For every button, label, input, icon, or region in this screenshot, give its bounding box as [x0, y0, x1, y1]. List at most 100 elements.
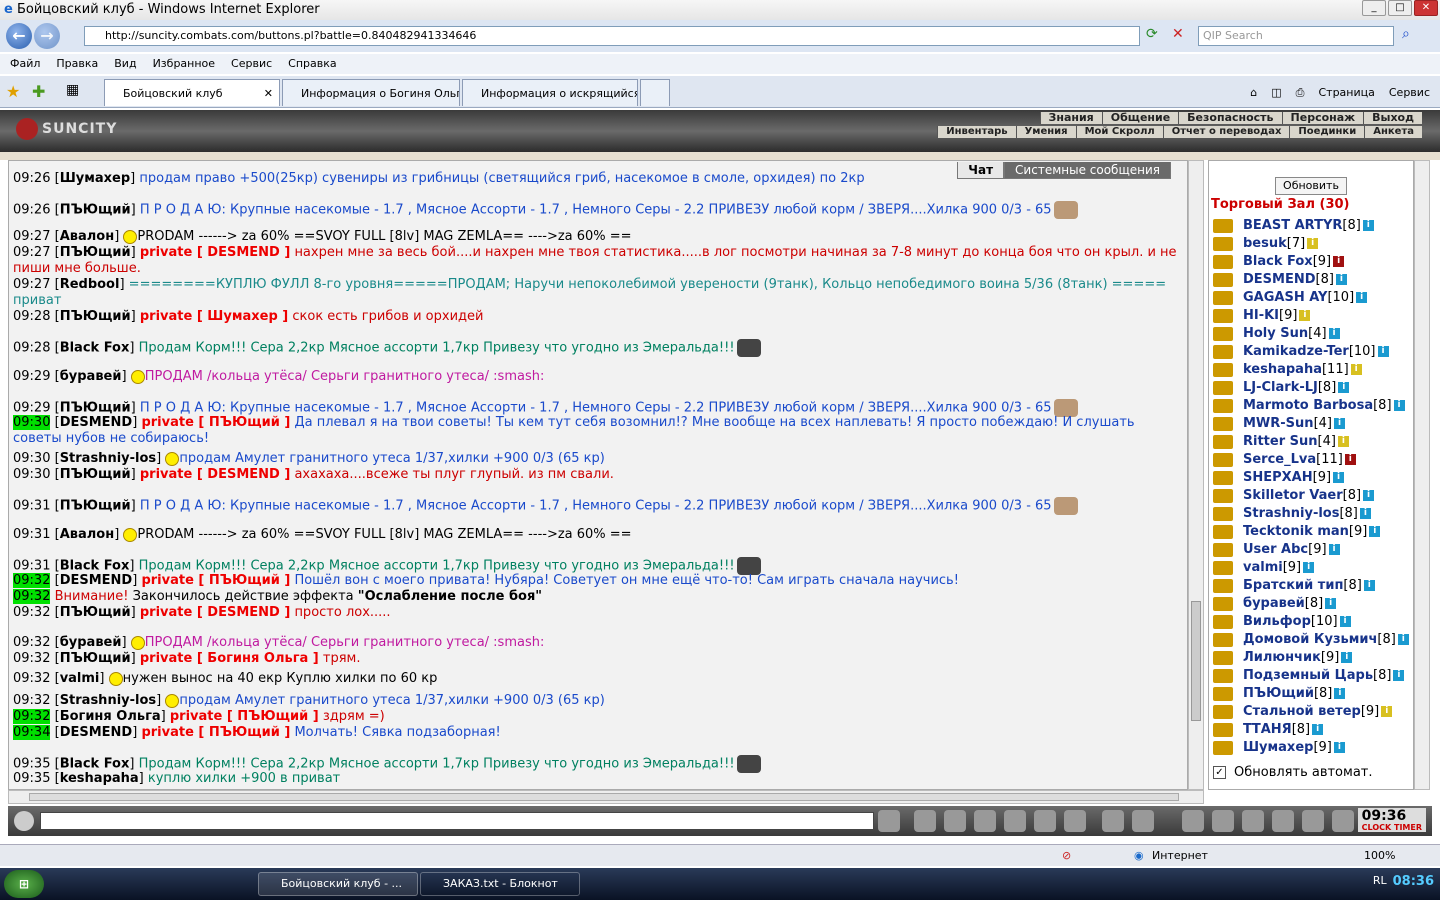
info-icon[interactable]: i — [1312, 724, 1324, 735]
user-name[interactable]: DESMEND — [1243, 272, 1316, 287]
message-nick[interactable]: DESMEND — [60, 725, 133, 740]
user-name[interactable]: keshapaha — [1243, 362, 1322, 377]
menu-view[interactable]: Вид — [114, 54, 136, 74]
private-tag[interactable]: private [ ПЪЮщий ] — [170, 709, 319, 724]
nav-transfer-report[interactable]: Отчет о переводах — [1162, 126, 1290, 138]
message-nick[interactable]: ПЪЮщий — [60, 309, 131, 324]
message-nick[interactable]: ПЪЮщий — [60, 605, 131, 620]
nav-inventory[interactable]: Инвентарь — [937, 126, 1016, 138]
user-name[interactable]: BEAST ARTYR — [1243, 218, 1342, 233]
message-nick[interactable]: ПЪЮщий — [60, 203, 131, 218]
close-tab-icon[interactable]: ✕ — [264, 80, 273, 106]
chat-scrollbar[interactable] — [1188, 160, 1204, 790]
nav-security[interactable]: Безопасность — [1178, 112, 1282, 124]
close-icon[interactable]: ✕ — [1414, 0, 1438, 16]
tab-chat[interactable]: Чат — [957, 162, 1005, 179]
user-list-item[interactable]: User Abc[9] i — [1213, 541, 1340, 559]
menu-help[interactable]: Справка — [288, 54, 336, 74]
user-name[interactable]: Ritter Sun — [1243, 434, 1318, 449]
bag-icon[interactable] — [1182, 810, 1204, 832]
send-icon[interactable] — [878, 810, 900, 832]
user-list-item[interactable]: Marmoto Barbosa[8] i — [1213, 397, 1405, 415]
user-name[interactable]: LJ-Clark-LJ — [1243, 380, 1318, 395]
chat-input[interactable] — [40, 812, 874, 830]
info-icon[interactable]: i — [1377, 346, 1389, 357]
user-list-item[interactable]: Домовой Кузьмич[8] i — [1213, 631, 1409, 649]
start-button[interactable]: ⊞ — [4, 870, 44, 898]
message-nick[interactable]: Авалон — [60, 527, 115, 542]
save-log-icon[interactable] — [974, 810, 996, 832]
chat-hscrollbar[interactable] — [8, 790, 1204, 804]
hscroll-thumb[interactable] — [29, 793, 1179, 801]
info-icon[interactable]: i — [1307, 238, 1319, 249]
private-tag[interactable]: private [ Богиня Ольга ] — [140, 651, 319, 666]
smiles-icon[interactable] — [1102, 810, 1124, 832]
user-list-item[interactable]: ТТАНЯ[8] i — [1213, 721, 1324, 739]
user-name[interactable]: Вильфор — [1243, 614, 1311, 629]
info-icon[interactable]: i — [1350, 364, 1362, 375]
info-icon[interactable]: i — [1328, 544, 1340, 555]
info-icon[interactable]: i — [1335, 274, 1347, 285]
message-nick[interactable]: ПЪЮщий — [60, 467, 131, 482]
menu-edit[interactable]: Правка — [56, 54, 98, 74]
info-icon[interactable]: i — [1334, 688, 1346, 699]
user-list-item[interactable]: HI-KI[9] i — [1213, 307, 1311, 325]
info-icon[interactable]: i — [1362, 220, 1374, 231]
user-name[interactable]: Marmoto Barbosa — [1243, 398, 1373, 413]
user-list-item[interactable]: Black Fox[9] i — [1213, 253, 1345, 271]
quick-tabs-icon[interactable]: ▦ — [66, 82, 79, 98]
auto-refresh-checkbox[interactable]: ✓ — [1213, 766, 1226, 779]
info-icon[interactable]: i — [1328, 328, 1340, 339]
user-name[interactable]: ПЪЮщий — [1243, 686, 1314, 701]
home-icon[interactable]: ⌂ — [1250, 79, 1257, 106]
print-icon[interactable]: ⎙ — [1296, 79, 1305, 106]
message-nick[interactable]: DESMEND — [60, 415, 133, 430]
user-name[interactable]: Лилюнчик — [1243, 650, 1321, 665]
feeds-icon[interactable]: ◫ — [1271, 79, 1281, 106]
favorites-star-icon[interactable]: ★ — [6, 82, 20, 101]
message-nick[interactable]: DESMEND — [60, 573, 133, 588]
user-name[interactable]: valmi — [1243, 560, 1283, 575]
nav-communication[interactable]: Общение — [1101, 112, 1179, 124]
private-tag[interactable]: private [ Шумахер ] — [140, 309, 288, 324]
info-icon[interactable]: i — [1341, 652, 1353, 663]
user-name[interactable]: Стальной ветер — [1243, 704, 1361, 719]
tab-info-sparkling[interactable]: Информация о искрящийся — [462, 79, 638, 106]
page-menu[interactable]: Страница — [1318, 79, 1374, 106]
user-list-item[interactable]: Ritter Sun[4] i — [1213, 433, 1349, 451]
user-name[interactable]: GAGASH AY — [1243, 290, 1327, 305]
user-list-item[interactable]: Стальной ветер[9] i — [1213, 703, 1393, 721]
user-list-item[interactable]: Шумахер[9] i — [1213, 739, 1345, 757]
info-icon[interactable]: i — [1337, 436, 1349, 447]
user-list-item[interactable]: Holy Sun[4] i — [1213, 325, 1340, 343]
user-list-item[interactable]: BEAST ARTYR[8] i — [1213, 217, 1374, 235]
heal-icon[interactable] — [1272, 810, 1294, 832]
add-favorite-icon[interactable]: ✚ — [32, 82, 45, 101]
user-list-item[interactable]: ПЪЮщий[8] i — [1213, 685, 1346, 703]
refresh-icon[interactable]: ⟳ — [1146, 26, 1158, 42]
tab-fight-club[interactable]: Бойцовский клуб ✕ — [104, 79, 280, 106]
user-name[interactable]: Братский тип — [1243, 578, 1343, 593]
user-name[interactable]: HI-KI — [1243, 308, 1279, 323]
message-nick[interactable]: Авалон — [60, 229, 115, 244]
translit-icon[interactable] — [1034, 810, 1056, 832]
tab-system-messages[interactable]: Системные сообщения — [1004, 162, 1171, 179]
nav-profile[interactable]: Анкета — [1364, 126, 1422, 138]
user-name[interactable]: Подземный Царь — [1243, 668, 1373, 683]
info-icon[interactable]: i — [1363, 490, 1375, 501]
message-nick[interactable]: keshapaha — [60, 771, 139, 786]
user-name[interactable]: Шумахер — [1243, 740, 1313, 755]
user-list-item[interactable]: keshapaha[11] i — [1213, 361, 1362, 379]
info-icon[interactable]: i — [1333, 742, 1345, 753]
stop-icon[interactable]: ✕ — [1172, 26, 1184, 42]
info-icon[interactable]: i — [1339, 616, 1351, 627]
message-nick[interactable]: буравей — [60, 369, 122, 384]
user-name[interactable]: буравей — [1243, 596, 1305, 611]
message-nick[interactable]: Redbool — [60, 277, 120, 292]
info-icon[interactable]: i — [1369, 526, 1381, 537]
scroll-thumb[interactable] — [1191, 601, 1201, 721]
private-tag[interactable]: private [ ПЪЮщий ] — [141, 415, 290, 430]
user-list-item[interactable]: буравей[8] i — [1213, 595, 1337, 613]
refresh-button[interactable]: Обновить — [1275, 177, 1347, 195]
message-nick[interactable]: ПЪЮщий — [60, 401, 131, 416]
